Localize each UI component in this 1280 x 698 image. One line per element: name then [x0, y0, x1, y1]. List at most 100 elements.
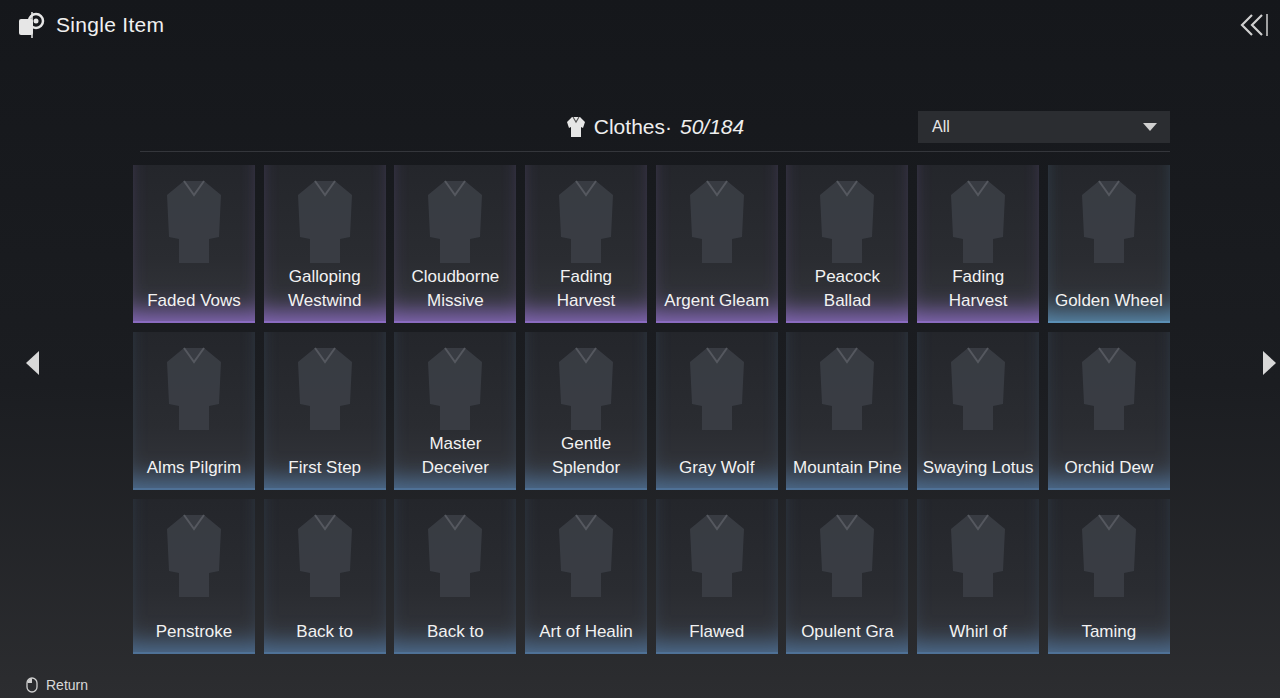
item-image: [1074, 332, 1144, 444]
item-image: [551, 499, 621, 608]
garment-icon: [943, 344, 1013, 432]
item-card[interactable]: Flawed: [656, 499, 778, 654]
item-image: [159, 165, 229, 277]
garment-icon: [943, 511, 1013, 599]
back-button[interactable]: [1238, 12, 1270, 38]
item-card[interactable]: Art of Healin: [525, 499, 647, 654]
garment-icon: [1074, 177, 1144, 265]
filter-dropdown[interactable]: All: [918, 111, 1170, 143]
title-bar: Clothes· 50/184 All: [140, 111, 1170, 152]
garment-icon: [551, 344, 621, 432]
item-card[interactable]: Opulent Gra: [786, 499, 908, 654]
item-card[interactable]: Mountain Pine: [786, 332, 908, 490]
item-card[interactable]: Golden Wheel: [1048, 165, 1170, 323]
garment-icon: [682, 344, 752, 432]
garment-icon: [159, 511, 229, 599]
garment-icon: [159, 344, 229, 432]
item-card[interactable]: Gentle Splendor: [525, 332, 647, 490]
garment-icon: [551, 511, 621, 599]
item-name: Argent Gleam: [656, 277, 778, 321]
double-chevron-icon: [1238, 12, 1270, 38]
item-card[interactable]: Fading Harvest: [525, 165, 647, 323]
item-grid: Faded VowsGalloping WestwindCloudborne M…: [133, 165, 1170, 654]
garment-icon: [812, 177, 882, 265]
filter-value: All: [932, 118, 950, 136]
item-image: [682, 499, 752, 608]
header: Single Item: [0, 0, 1280, 50]
item-card[interactable]: Whirl of: [917, 499, 1039, 654]
item-image: [290, 165, 360, 265]
category-title: Clothes· 50/184: [566, 115, 744, 139]
item-card[interactable]: Back to: [394, 499, 516, 654]
garment-icon: [1074, 344, 1144, 432]
header-left: Single Item: [16, 10, 164, 40]
wardrobe-icon: [16, 10, 46, 40]
garment-icon: [420, 511, 490, 599]
item-name: Galloping Westwind: [264, 265, 386, 321]
item-name: Opulent Gra: [786, 608, 908, 652]
item-image: [943, 165, 1013, 265]
item-image: [159, 499, 229, 608]
item-card[interactable]: Swaying Lotus: [917, 332, 1039, 490]
item-name: Back to: [394, 608, 516, 652]
item-name: Fading Harvest: [525, 265, 647, 321]
footer: Return: [0, 676, 1280, 698]
garment-icon: [812, 344, 882, 432]
item-image: [290, 499, 360, 608]
item-name: Swaying Lotus: [917, 444, 1039, 488]
right-arrow-icon: [1262, 349, 1278, 377]
item-name: Alms Pilgrim: [133, 444, 255, 488]
garment-icon: [420, 177, 490, 265]
item-card[interactable]: Peacock Ballad: [786, 165, 908, 323]
item-name: Mountain Pine: [786, 444, 908, 488]
header-title: Single Item: [56, 13, 164, 37]
garment-icon: [290, 511, 360, 599]
category-count: 50/184: [680, 115, 744, 139]
item-card[interactable]: First Step: [264, 332, 386, 490]
page: Single Item Clothes· 50/184 All Faded VowsGa…: [0, 0, 1280, 698]
item-image: [551, 332, 621, 432]
left-nav: [0, 50, 133, 676]
right-nav: [1170, 50, 1280, 676]
item-name: Taming: [1048, 608, 1170, 652]
left-arrow-icon: [24, 349, 40, 377]
item-name: Whirl of: [917, 608, 1039, 652]
item-image: [943, 332, 1013, 444]
item-image: [420, 332, 490, 432]
category-label: Clothes·: [594, 115, 672, 139]
item-card[interactable]: Penstroke: [133, 499, 255, 654]
next-page-button[interactable]: [1262, 349, 1278, 377]
item-image: [812, 165, 882, 265]
item-card[interactable]: Orchid Dew: [1048, 332, 1170, 490]
item-name: Orchid Dew: [1048, 444, 1170, 488]
item-image: [159, 332, 229, 444]
item-name: Master Deceiver: [394, 432, 516, 488]
item-name: Art of Healin: [525, 608, 647, 652]
clothes-icon: [566, 116, 586, 138]
item-card[interactable]: Taming: [1048, 499, 1170, 654]
item-name: First Step: [264, 444, 386, 488]
item-card[interactable]: Alms Pilgrim: [133, 332, 255, 490]
garment-icon: [943, 177, 1013, 265]
item-image: [682, 165, 752, 277]
item-card[interactable]: Fading Harvest: [917, 165, 1039, 323]
garment-icon: [420, 344, 490, 432]
item-image: [812, 499, 882, 608]
item-card[interactable]: Galloping Westwind: [264, 165, 386, 323]
garment-icon: [812, 511, 882, 599]
item-card[interactable]: Master Deceiver: [394, 332, 516, 490]
item-image: [420, 165, 490, 265]
dropdown-chevron-icon: [1142, 122, 1158, 132]
prev-page-button[interactable]: [24, 349, 40, 377]
item-name: Penstroke: [133, 608, 255, 652]
item-image: [1074, 165, 1144, 277]
garment-icon: [159, 177, 229, 265]
item-card[interactable]: Gray Wolf: [656, 332, 778, 490]
item-name: Gray Wolf: [656, 444, 778, 488]
return-label[interactable]: Return: [46, 677, 88, 693]
item-card[interactable]: Argent Gleam: [656, 165, 778, 323]
item-card[interactable]: Back to: [264, 499, 386, 654]
item-card[interactable]: Cloudborne Missive: [394, 165, 516, 323]
item-card[interactable]: Faded Vows: [133, 165, 255, 323]
item-name: Back to: [264, 608, 386, 652]
